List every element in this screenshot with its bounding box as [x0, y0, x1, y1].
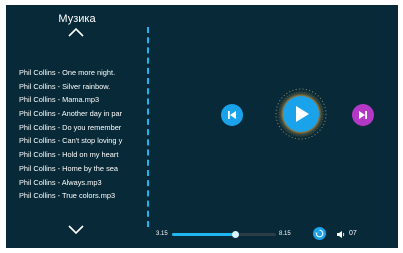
next-button[interactable]: [352, 104, 374, 126]
playlist-item[interactable]: Phil Collins - Mama.mp3: [19, 93, 147, 107]
panel-divider: [147, 27, 149, 227]
playlist-item[interactable]: Phil Collins - Can't stop loving y: [19, 134, 147, 148]
play-control: [272, 85, 330, 143]
progress-fill: [172, 233, 236, 236]
playlist-item[interactable]: Phil Collins - Do you remember: [19, 121, 147, 135]
speaker-icon[interactable]: [337, 231, 346, 238]
volume-level: 07: [349, 230, 357, 237]
playlist-item[interactable]: Phil Collins - Always.mp3: [19, 176, 147, 190]
playlist-panel: Музика Phil Collins - One more night. Ph…: [6, 5, 148, 248]
current-time: 3.15: [156, 231, 168, 237]
previous-button[interactable]: [221, 104, 243, 126]
play-icon: [296, 106, 309, 122]
playlist-item[interactable]: Phil Collins - Home by the sea: [19, 162, 147, 176]
music-player-screen: Музика Phil Collins - One more night. Ph…: [6, 5, 398, 248]
total-time: 8.15: [279, 231, 291, 237]
playlist-item[interactable]: Phil Collins - One more night.: [19, 66, 147, 80]
chevron-up-icon[interactable]: [67, 26, 85, 38]
playlist-item[interactable]: Phil Collins - True colors.mp3: [19, 189, 147, 203]
chevron-down-icon[interactable]: [67, 224, 85, 236]
repeat-button[interactable]: [313, 227, 326, 240]
skip-next-icon: [359, 111, 367, 119]
progress-slider[interactable]: [172, 231, 276, 238]
playlist-item[interactable]: Phil Collins - Silver rainbow.: [19, 80, 147, 94]
progress-knob[interactable]: [232, 231, 240, 238]
playlist: Phil Collins - One more night. Phil Coll…: [19, 66, 147, 203]
playlist-item[interactable]: Phil Collins - Another day in par: [19, 107, 147, 121]
repeat-icon: [315, 229, 324, 238]
play-button[interactable]: [283, 96, 319, 132]
playlist-item[interactable]: Phil Collins - Hold on my heart: [19, 148, 147, 162]
skip-previous-icon: [228, 111, 236, 119]
page-title: Музика: [58, 13, 96, 25]
